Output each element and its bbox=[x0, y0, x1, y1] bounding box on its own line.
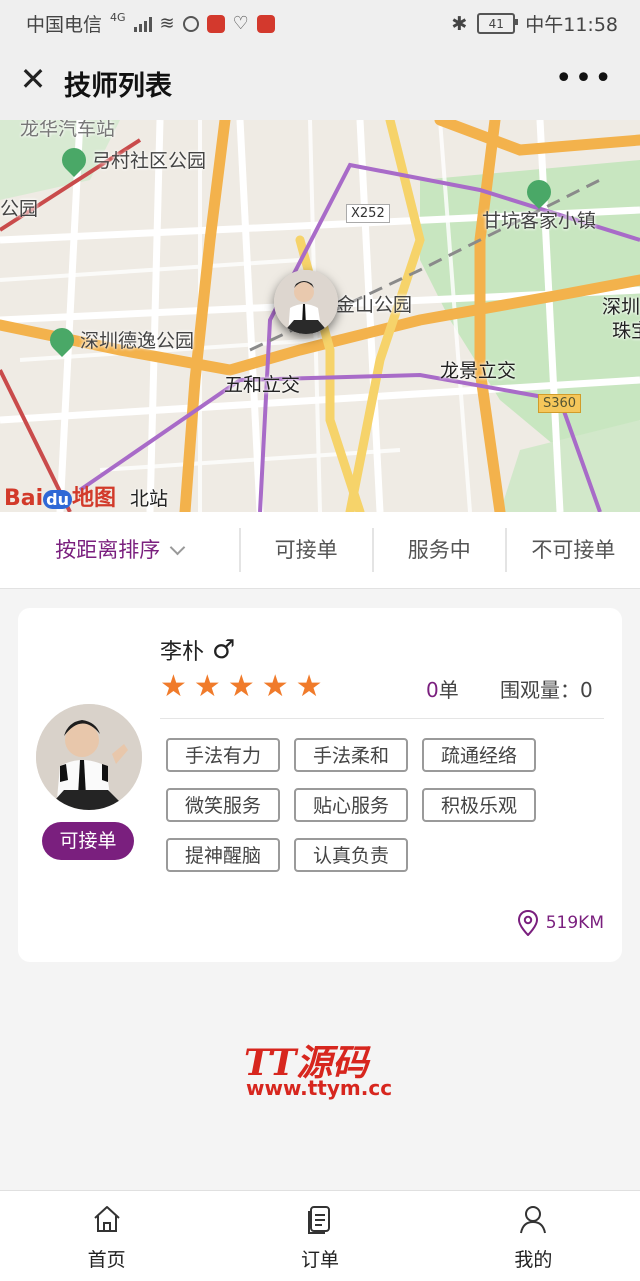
map-label: 公园 bbox=[0, 198, 39, 220]
park-pin-icon bbox=[45, 322, 79, 357]
distance: 519KM bbox=[517, 910, 604, 936]
tab-bar: 首页 订单 我的 bbox=[0, 1190, 640, 1281]
close-icon[interactable]: ✕ bbox=[18, 63, 48, 95]
park-pin-icon bbox=[522, 175, 556, 209]
skill-tag: 认真负责 bbox=[294, 838, 408, 872]
technician-map-marker[interactable] bbox=[274, 270, 338, 334]
filter-available[interactable]: 可接单 bbox=[238, 528, 372, 572]
app-notification-icon bbox=[206, 14, 225, 33]
signal-icon bbox=[133, 16, 152, 32]
tab-label: 订单 bbox=[300, 1249, 339, 1271]
divider bbox=[160, 718, 604, 719]
skill-tag: 贴心服务 bbox=[294, 788, 408, 822]
home-icon bbox=[93, 1206, 120, 1232]
status-badge: 可接单 bbox=[42, 822, 134, 860]
map-label: 北站 bbox=[130, 488, 169, 510]
views-count: 围观量：0 bbox=[500, 678, 593, 702]
sort-by-distance-filter[interactable]: 按距离排序 bbox=[0, 528, 239, 572]
skill-tag: 微笑服务 bbox=[166, 788, 280, 822]
distance-value: 519KM bbox=[545, 913, 604, 933]
tab-orders[interactable]: 订单 bbox=[213, 1191, 426, 1281]
male-icon: ♂ bbox=[212, 635, 236, 665]
map-label: 龙华汽车站 bbox=[20, 120, 116, 140]
tab-mine[interactable]: 我的 bbox=[427, 1191, 640, 1281]
status-bar: 中国电信 4G ≋ ♡ ✱ 41 中午11:58 bbox=[0, 0, 640, 44]
filter-in-service[interactable]: 服务中 bbox=[371, 528, 505, 572]
nav-bar: ✕ 技师列表 ••• bbox=[0, 44, 640, 120]
road-badge: S360 bbox=[538, 394, 582, 413]
more-icon[interactable]: ••• bbox=[555, 64, 614, 94]
skill-tag: 提神醒脑 bbox=[166, 838, 280, 872]
network-label: 4G bbox=[110, 11, 126, 24]
star-icon: ★ bbox=[160, 669, 187, 704]
technician-name-row: 李朴 ♂ bbox=[160, 634, 235, 666]
carrier-label: 中国电信 bbox=[26, 14, 103, 36]
map-poi-town: 甘坑客家小镇 bbox=[482, 175, 596, 233]
heart-icon: ♡ bbox=[232, 13, 249, 34]
tab-home[interactable]: 首页 bbox=[0, 1191, 213, 1281]
order-icon bbox=[307, 1206, 330, 1234]
wifi-icon: ≋ bbox=[159, 13, 175, 34]
app-notification-icon bbox=[256, 14, 275, 33]
map-label: 深圳 bbox=[602, 296, 640, 318]
map-label: 金山公园 bbox=[336, 294, 413, 316]
bluetooth-icon: ✱ bbox=[451, 12, 468, 35]
orders-count: 0单 bbox=[426, 678, 459, 702]
tab-label: 我的 bbox=[514, 1249, 553, 1271]
clock: 中午11:58 bbox=[525, 14, 618, 36]
baidu-map-logo: Bai du 地图 bbox=[4, 486, 117, 511]
star-icon: ★ bbox=[193, 669, 221, 704]
star-icon: ★ bbox=[295, 669, 323, 704]
avatar-photo bbox=[36, 704, 142, 810]
rating-stars: ★ ★ ★ ★ ★ bbox=[160, 672, 323, 702]
skill-tag: 积极乐观 bbox=[422, 788, 536, 822]
tab-label: 首页 bbox=[87, 1249, 126, 1271]
road-badge: X252 bbox=[346, 204, 390, 223]
map-label: 五和立交 bbox=[224, 374, 301, 396]
location-icon bbox=[517, 910, 538, 936]
skill-tag: 手法有力 bbox=[166, 738, 280, 772]
avatar bbox=[36, 704, 142, 810]
battery-icon: 41 bbox=[477, 13, 519, 34]
star-icon: ★ bbox=[227, 669, 255, 704]
watermark-url: www.ttym.cc bbox=[246, 1076, 393, 1100]
filter-unavailable[interactable]: 不可接单 bbox=[504, 528, 640, 572]
app-notification-icon bbox=[182, 15, 199, 32]
sort-label: 按距离排序 bbox=[55, 538, 161, 562]
map-poi-park: 深圳德逸公园 bbox=[45, 322, 194, 357]
map-label: 珠宝 bbox=[612, 320, 640, 342]
park-pin-icon bbox=[57, 142, 91, 177]
technician-card[interactable]: 可接单 李朴 ♂ ★ ★ ★ ★ ★ 0单 围观量：0 手法有力 手法柔和 疏通… bbox=[18, 608, 622, 962]
chevron-down-icon bbox=[169, 539, 186, 556]
map-label: 龙景立交 bbox=[440, 360, 517, 382]
filter-bar: 按距离排序 可接单 服务中 不可接单 bbox=[0, 512, 640, 589]
technician-name: 李朴 bbox=[160, 640, 205, 665]
skill-tags: 手法有力 手法柔和 疏通经络 微笑服务 贴心服务 积极乐观 提神醒脑 认真负责 bbox=[166, 738, 606, 872]
map-view[interactable]: 龙华汽车站 弓村社区公园 公园 X252 甘坑客家小镇 金山公园 深圳德逸公园 … bbox=[0, 120, 640, 512]
skill-tag: 疏通经络 bbox=[422, 738, 536, 772]
page-title: 技师列表 bbox=[64, 71, 172, 102]
avatar-photo bbox=[274, 270, 338, 334]
user-icon bbox=[520, 1206, 547, 1234]
star-icon: ★ bbox=[261, 669, 289, 704]
map-poi-park: 弓村社区公园 bbox=[57, 142, 206, 177]
skill-tag: 手法柔和 bbox=[294, 738, 408, 772]
